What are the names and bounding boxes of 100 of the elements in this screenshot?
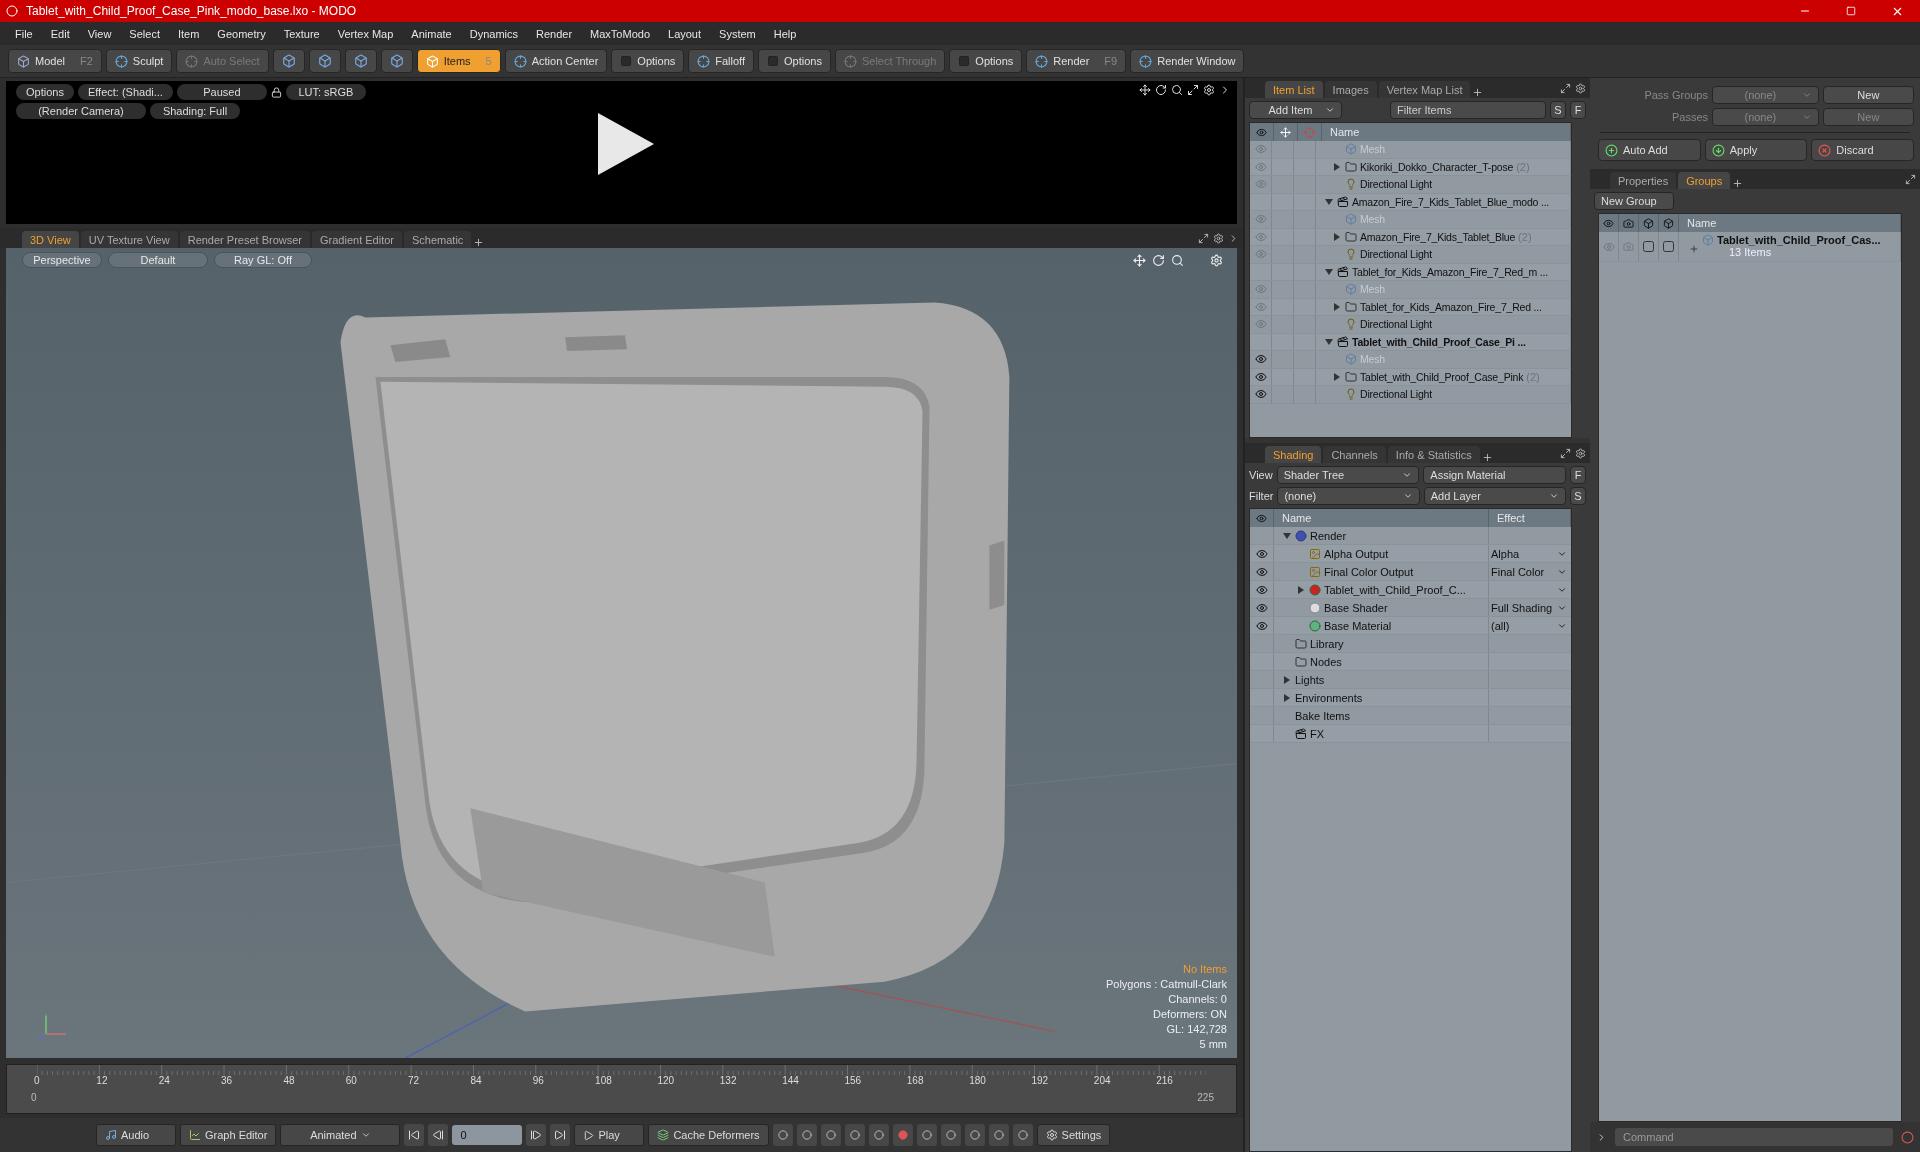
panel-tab[interactable]: Images — [1324, 81, 1377, 98]
menu-item[interactable]: Vertex Map — [328, 27, 403, 40]
expand-arrow-icon[interactable] — [1333, 162, 1341, 171]
visibility-eye-icon[interactable] — [1254, 388, 1267, 401]
playback-tool-button[interactable] — [964, 1124, 985, 1146]
cache-deformers-button[interactable]: Cache Deformers — [648, 1124, 769, 1146]
visibility-eye-icon[interactable] — [1255, 601, 1268, 614]
visibility-eye-icon[interactable] — [1255, 619, 1268, 632]
expand-arrow-icon[interactable] — [1325, 267, 1333, 276]
viewport-tab[interactable]: Schematic — [404, 231, 472, 248]
layer-name[interactable]: Bake Items — [1295, 709, 1351, 722]
item-name[interactable]: Kikoriki_Dokko_Character_T-pose — [1360, 160, 1514, 173]
first-frame-button[interactable] — [404, 1124, 425, 1146]
f-button[interactable]: F — [1570, 466, 1586, 484]
layer-name[interactable]: Environments — [1295, 691, 1363, 704]
cube-tool-button[interactable] — [272, 49, 305, 73]
filter-dropdown[interactable]: (none) — [1277, 487, 1420, 505]
panel-tab[interactable]: Vertex Map List — [1378, 81, 1471, 98]
expand-arrow-icon[interactable] — [1283, 531, 1291, 540]
settings-icon[interactable] — [1575, 447, 1586, 459]
command-field[interactable]: Command — [1615, 1128, 1893, 1146]
add-layer-dropdown[interactable]: Add Layer — [1423, 487, 1566, 505]
expand-arrow-icon[interactable] — [1325, 197, 1333, 206]
maximize-icon[interactable] — [1198, 232, 1209, 244]
view-dropdown[interactable]: Shader Tree — [1276, 466, 1420, 484]
play-button[interactable]: Play — [574, 1124, 645, 1146]
preview-option-button[interactable]: Shading: Full — [150, 103, 240, 119]
play-icon[interactable] — [596, 111, 656, 177]
add-tab-icon[interactable] — [1732, 178, 1744, 189]
menu-item[interactable]: Render — [527, 27, 582, 40]
menu-item[interactable]: System — [710, 27, 765, 40]
preview-option-button[interactable]: Options — [16, 84, 74, 100]
maximize-icon[interactable] — [1560, 82, 1571, 94]
assign-material-button[interactable]: Assign Material — [1423, 466, 1566, 484]
menu-item[interactable]: Edit — [41, 27, 79, 40]
menu-item[interactable]: Select — [120, 27, 169, 40]
expand-arrow-icon[interactable] — [1333, 372, 1341, 381]
expand-arrow-icon[interactable] — [1333, 302, 1341, 311]
playback-tool-button[interactable] — [796, 1124, 817, 1146]
preview-option-button[interactable]: Effect: (Shadi... — [77, 84, 173, 100]
panel-tab[interactable]: Info & Statistics — [1387, 446, 1480, 463]
visibility-eye-icon[interactable] — [1255, 547, 1268, 560]
playback-tool-button[interactable] — [868, 1124, 889, 1146]
new-button[interactable]: New — [1822, 86, 1914, 104]
menu-item[interactable]: Texture — [274, 27, 329, 40]
graph-editor-button[interactable]: Graph Editor — [180, 1124, 277, 1146]
menu-item[interactable]: Item — [168, 27, 209, 40]
expand-arrow-icon[interactable] — [1333, 232, 1341, 241]
add-item-dropdown[interactable]: Add Item — [1249, 101, 1342, 119]
menu-item[interactable]: Layout — [659, 27, 711, 40]
playback-tool-button[interactable] — [820, 1124, 841, 1146]
playback-tool-button[interactable] — [772, 1124, 793, 1146]
menu-item[interactable]: Help — [764, 27, 806, 40]
audio-button[interactable]: Audio — [96, 1124, 176, 1146]
maximize-icon[interactable] — [1187, 84, 1199, 96]
toolbar-button[interactable]: Render F9 — [1026, 49, 1127, 73]
panel-tab[interactable]: Shading — [1265, 446, 1322, 463]
layer-name[interactable]: Render — [1310, 529, 1347, 542]
visibility-eye-icon[interactable] — [1254, 370, 1267, 383]
search-icon[interactable] — [1171, 254, 1184, 267]
settings-icon[interactable] — [1213, 232, 1224, 244]
playback-tool-button[interactable] — [1012, 1124, 1033, 1146]
settings-icon[interactable] — [1575, 82, 1586, 94]
item-name[interactable]: Amazon_Fire_7_Kids_Tablet_Blue — [1360, 230, 1516, 243]
playback-tool-button[interactable] — [916, 1124, 937, 1146]
menu-item[interactable]: View — [78, 27, 121, 40]
cube-tool-button[interactable] — [344, 49, 377, 73]
item-name[interactable]: Directional Light — [1360, 248, 1432, 261]
menu-item[interactable]: Animate — [402, 27, 461, 40]
cube-tool-button[interactable] — [308, 49, 341, 73]
layer-name[interactable]: Final Color Output — [1324, 565, 1414, 578]
panel-tab[interactable]: Properties — [1610, 172, 1677, 189]
settings-icon[interactable] — [1203, 84, 1215, 96]
viewport-option-button[interactable]: Perspective — [22, 252, 102, 268]
playback-tool-button[interactable] — [988, 1124, 1009, 1146]
layer-name[interactable]: Base Material — [1324, 619, 1392, 632]
settings-button[interactable]: Settings — [1036, 1124, 1111, 1146]
toolbar-button[interactable]: Options — [758, 49, 831, 73]
menu-item[interactable]: File — [6, 27, 42, 40]
layer-name[interactable]: Lights — [1295, 673, 1325, 686]
last-frame-button[interactable] — [550, 1124, 571, 1146]
visibility-eye-icon[interactable] — [1254, 353, 1267, 366]
filter-field[interactable]: Filter Items — [1390, 101, 1546, 119]
group-action-button[interactable]: Apply — [1704, 139, 1808, 161]
filter-toggle-button[interactable]: F — [1570, 101, 1586, 119]
toolbar-button[interactable]: Sculpt — [105, 49, 173, 73]
maximize-icon[interactable] — [1560, 447, 1571, 459]
playback-tool-button[interactable] — [892, 1124, 913, 1146]
toggle-box[interactable] — [1663, 241, 1674, 252]
item-name[interactable]: Directional Light — [1360, 388, 1432, 401]
viewport-option-button[interactable]: Ray GL: Off — [214, 252, 312, 268]
toolbar-button[interactable]: Options — [949, 49, 1023, 73]
add-tab-icon[interactable] — [1472, 87, 1484, 98]
add-tab-icon[interactable] — [473, 237, 485, 248]
mode-dropdown[interactable]: Animated — [280, 1124, 401, 1146]
viewport-option-button[interactable]: Default — [108, 252, 208, 268]
menu-item[interactable]: Geometry — [208, 27, 275, 40]
preview-option-button[interactable]: (Render Camera) — [16, 103, 146, 119]
playback-tool-button[interactable] — [844, 1124, 865, 1146]
item-name[interactable]: Directional Light — [1360, 178, 1432, 191]
